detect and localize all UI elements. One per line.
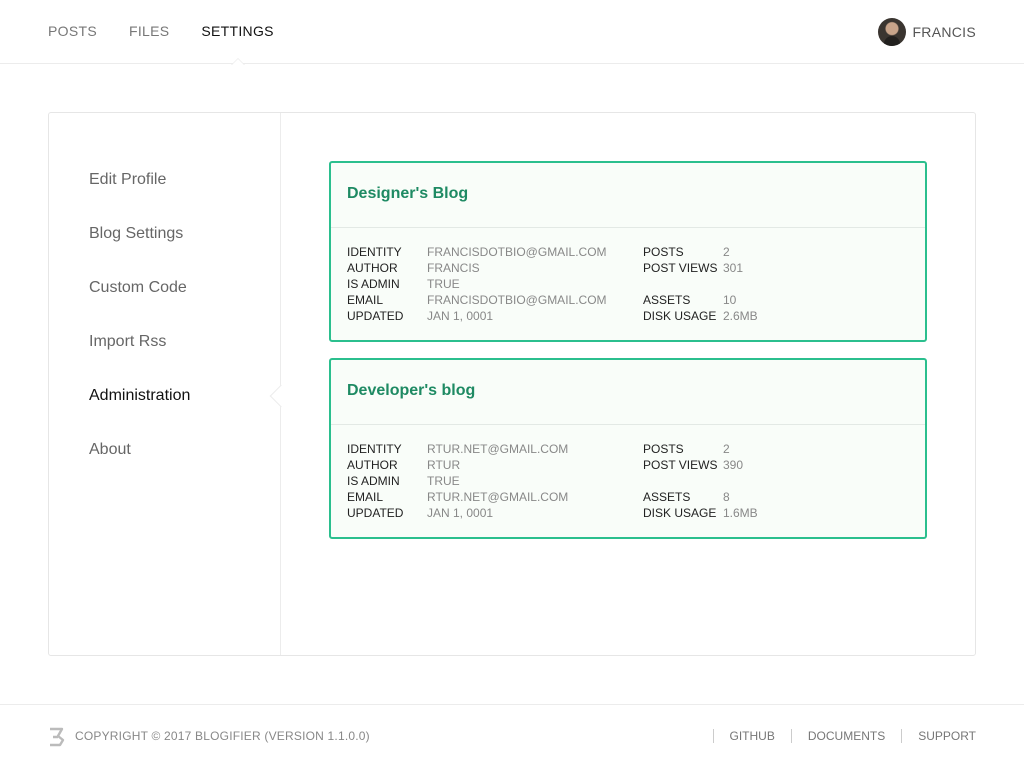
settings-panel: Edit Profile Blog Settings Custom Code I…: [48, 112, 976, 656]
sidebar-item-custom-code[interactable]: Custom Code: [89, 279, 187, 297]
sidebar-item-administration[interactable]: Administration: [89, 387, 190, 405]
is-admin-label: IS ADMIN: [347, 474, 400, 488]
updated-value: JAN 1, 0001: [427, 309, 494, 323]
identity-value: FRANCISDOTBIO@GMAIL.COM: [427, 245, 607, 259]
author-value: FRANCIS: [427, 261, 480, 275]
settings-sidebar: Edit Profile Blog Settings Custom Code I…: [49, 113, 281, 655]
is-admin-label: IS ADMIN: [347, 277, 400, 291]
nav-settings[interactable]: SETTINGS: [201, 0, 273, 65]
nav-posts[interactable]: POSTS: [48, 0, 97, 64]
disk-usage-value: 1.6MB: [723, 506, 758, 520]
identity-value: RTUR.NET@GMAIL.COM: [427, 442, 569, 456]
posts-value: 2: [723, 442, 730, 456]
blogifier-logo-icon: [50, 727, 65, 747]
posts-label: POSTS: [643, 442, 684, 456]
sidebar-item-blog-settings[interactable]: Blog Settings: [89, 225, 183, 243]
sidebar-item-about[interactable]: About: [89, 441, 131, 459]
user-name: FRANCIS: [912, 24, 976, 40]
assets-value: 10: [723, 293, 737, 307]
sidebar-item-edit-profile[interactable]: Edit Profile: [89, 171, 166, 189]
identity-label: IDENTITY: [347, 245, 402, 259]
card-divider: [331, 424, 925, 425]
post-views-value: 301: [723, 261, 744, 275]
author-label: AUTHOR: [347, 261, 398, 275]
author-value: RTUR: [427, 458, 461, 472]
card-divider: [331, 227, 925, 228]
assets-value: 8: [723, 490, 730, 504]
disk-usage-label: DISK USAGE: [643, 506, 717, 520]
updated-label: UPDATED: [347, 506, 404, 520]
user-menu[interactable]: FRANCIS: [878, 18, 976, 46]
nav-files[interactable]: FILES: [129, 0, 169, 64]
author-label: AUTHOR: [347, 458, 398, 472]
email-value: FRANCISDOTBIO@GMAIL.COM: [427, 293, 607, 307]
posts-label: POSTS: [643, 245, 684, 259]
disk-usage-value: 2.6MB: [723, 309, 758, 323]
post-views-label: POST VIEWS: [643, 261, 718, 275]
is-admin-value: TRUE: [427, 474, 460, 488]
footer-link-github[interactable]: GITHUB: [712, 729, 775, 743]
footer-link-support[interactable]: SUPPORT: [901, 729, 976, 743]
assets-label: ASSETS: [643, 293, 691, 307]
email-value: RTUR.NET@GMAIL.COM: [427, 490, 569, 504]
email-label: EMAIL: [347, 490, 384, 504]
main-nav: POSTS FILES SETTINGS: [48, 0, 306, 65]
assets-label: ASSETS: [643, 490, 691, 504]
identity-label: IDENTITY: [347, 442, 402, 456]
updated-value: JAN 1, 0001: [427, 506, 494, 520]
post-views-label: POST VIEWS: [643, 458, 718, 472]
blog-title[interactable]: Developer's blog: [347, 382, 475, 400]
footer-links: GITHUB DOCUMENTS SUPPORT: [697, 729, 976, 743]
copyright-text: COPYRIGHT © 2017 BLOGIFIER (VERSION 1.1.…: [75, 729, 370, 743]
sidebar-item-import-rss[interactable]: Import Rss: [89, 333, 166, 351]
disk-usage-label: DISK USAGE: [643, 309, 717, 323]
post-views-value: 390: [723, 458, 744, 472]
is-admin-value: TRUE: [427, 277, 460, 291]
blog-card[interactable]: Developer's blog IDENTITY RTUR.NET@GMAIL…: [329, 358, 927, 539]
posts-value: 2: [723, 245, 730, 259]
updated-label: UPDATED: [347, 309, 404, 323]
top-navbar: POSTS FILES SETTINGS FRANCIS: [0, 0, 1024, 65]
avatar: [878, 18, 907, 46]
blog-card[interactable]: Designer's Blog IDENTITY FRANCISDOTBIO@G…: [329, 161, 927, 342]
footer-link-documents[interactable]: DOCUMENTS: [790, 729, 885, 743]
blog-title[interactable]: Designer's Blog: [347, 185, 468, 203]
email-label: EMAIL: [347, 293, 384, 307]
footer: COPYRIGHT © 2017 BLOGIFIER (VERSION 1.1.…: [0, 704, 1024, 768]
